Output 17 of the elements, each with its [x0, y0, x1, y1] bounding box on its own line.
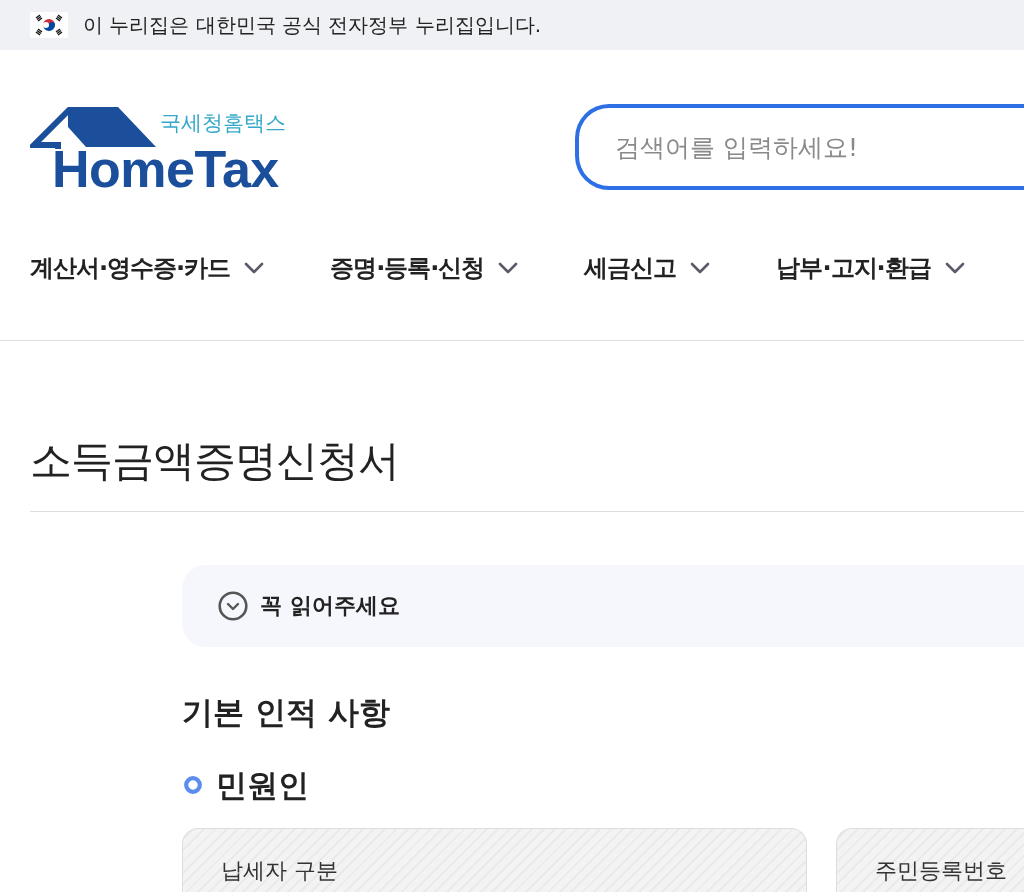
search-field[interactable]: 검색어를 입력하세요!	[575, 104, 1024, 190]
logo-subtitle: 국세청홈택스	[160, 111, 286, 135]
notice-toggle[interactable]: 꼭 읽어주세요	[182, 565, 1024, 647]
nav-menu-item[interactable]: 증명·등록·신청	[330, 251, 519, 284]
section-title: 기본 인적 사항	[182, 693, 390, 732]
page-title: 소득금액증명신청서	[30, 435, 399, 487]
nav-menu-item[interactable]: 세금신고	[584, 251, 711, 284]
korean-flag-icon	[30, 12, 68, 38]
logo-wordmark: HomeTax	[52, 149, 280, 189]
house-roof-icon	[30, 105, 157, 149]
ring-bullet-icon	[184, 776, 202, 794]
nav-menu-item[interactable]: 납부·고지·환급	[776, 251, 965, 284]
nav-menu-item[interactable]: 계산서·영수증·카드	[30, 251, 265, 284]
subsection-title: 민원인	[216, 766, 309, 805]
field-label: 납세자 구분	[221, 857, 338, 885]
field-label: 주민등록번호	[875, 857, 1007, 885]
official-site-notice: 이 누리집은 대한민국 공식 전자정부 누리집입니다.	[83, 11, 542, 39]
